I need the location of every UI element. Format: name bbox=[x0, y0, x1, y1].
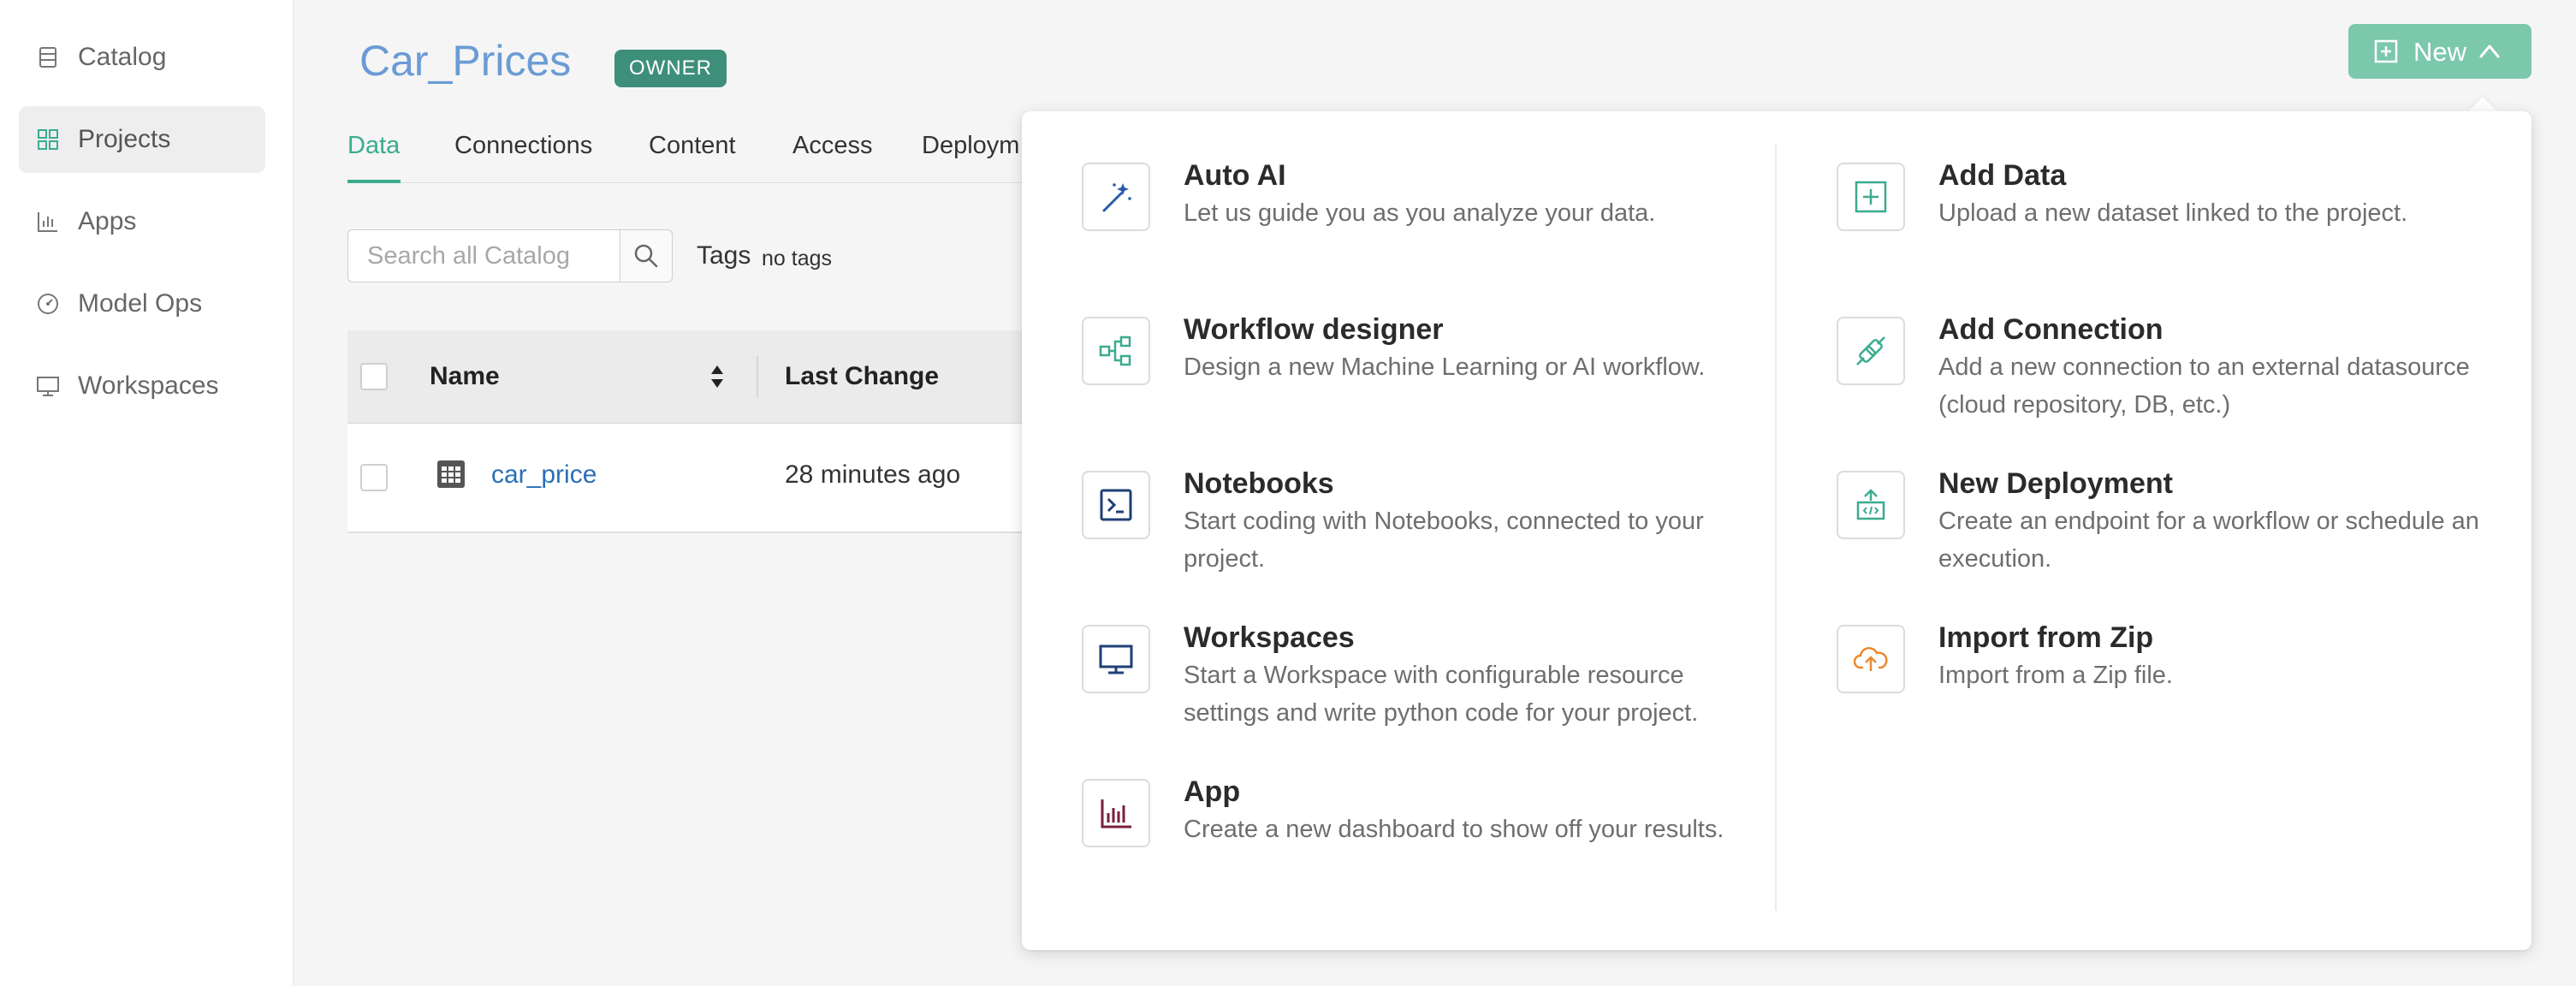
plug-icon bbox=[1837, 317, 1905, 385]
monitor-icon bbox=[1082, 625, 1150, 693]
menu-item-description: Create an endpoint for a workflow or sch… bbox=[1938, 508, 2479, 573]
menu-item-title: New Deployment bbox=[1938, 467, 2173, 500]
search-input[interactable] bbox=[347, 229, 620, 282]
menu-item-description: Upload a new dataset linked to the proje… bbox=[1938, 199, 2408, 227]
menu-item-title: Import from Zip bbox=[1938, 621, 2154, 654]
row-checkbox[interactable] bbox=[360, 464, 388, 491]
deploy-icon bbox=[1837, 471, 1905, 539]
menu-item-description: Start coding with Notebooks, connected t… bbox=[1184, 508, 1704, 573]
menu-item-auto-ai[interactable]: Auto AI Let us guide you as you analyze … bbox=[1022, 111, 1689, 240]
workspaces-icon bbox=[37, 377, 59, 396]
search-icon bbox=[634, 244, 658, 268]
sidebar-item-projects[interactable]: Projects bbox=[19, 106, 265, 173]
menu-item-description: Add a new connection to an external data… bbox=[1938, 353, 2470, 419]
sidebar-item-label: Catalog bbox=[78, 43, 167, 71]
new-dropdown-menu: Auto AI Let us guide you as you analyze … bbox=[1022, 111, 2531, 950]
sort-icon[interactable] bbox=[710, 363, 724, 390]
table-row[interactable]: car_price 28 minutes ago bbox=[347, 424, 1049, 533]
tab-access[interactable]: Access bbox=[792, 127, 872, 164]
sidebar: Catalog Projects Apps Model Ops Workspac… bbox=[0, 0, 294, 986]
tab-content[interactable]: Content bbox=[649, 127, 736, 164]
tags-value: no tags bbox=[762, 246, 833, 270]
bar-chart-icon bbox=[1082, 779, 1150, 847]
menu-item-add-data[interactable]: Add Data Upload a new dataset linked to … bbox=[1837, 111, 2504, 240]
column-header-last-change[interactable]: Last Change bbox=[785, 362, 939, 391]
menu-item-description: Start a Workspace with configurable reso… bbox=[1184, 662, 1699, 727]
tab-deployments[interactable]: Deploym bbox=[922, 127, 1019, 164]
dataset-link[interactable]: car_price bbox=[491, 460, 597, 490]
menu-item-workflow-designer[interactable]: Workflow designer Design a new Machine L… bbox=[1022, 265, 1705, 394]
new-button[interactable]: New bbox=[2348, 24, 2531, 79]
add-square-icon bbox=[2374, 39, 2398, 63]
select-all-checkbox[interactable] bbox=[360, 363, 388, 390]
menu-item-workspaces[interactable]: Workspaces Start a Workspace with config… bbox=[1022, 573, 1698, 727]
menu-item-app[interactable]: App Create a new dashboard to show off y… bbox=[1022, 728, 1724, 856]
sidebar-item-workspaces[interactable]: Workspaces bbox=[19, 353, 265, 419]
sidebar-item-label: Workspaces bbox=[78, 371, 219, 400]
menu-item-title: Add Connection bbox=[1938, 313, 2163, 346]
sidebar-item-apps[interactable]: Apps bbox=[19, 188, 265, 255]
menu-item-description: Let us guide you as you analyze your dat… bbox=[1184, 199, 1656, 227]
menu-item-description: Import from a Zip file. bbox=[1938, 662, 2173, 689]
menu-item-title: Auto AI bbox=[1184, 159, 1286, 192]
dataset-table-icon bbox=[437, 460, 465, 488]
table-header: Name Last Change bbox=[347, 330, 1049, 424]
terminal-icon bbox=[1082, 471, 1150, 539]
tags-label: Tags bbox=[697, 241, 751, 270]
cloud-upload-icon bbox=[1837, 625, 1905, 693]
catalog-icon bbox=[39, 47, 56, 68]
menu-item-add-connection[interactable]: Add Connection Add a new connection to a… bbox=[1837, 265, 2504, 419]
menu-item-title: Add Data bbox=[1938, 159, 2067, 192]
sidebar-item-label: Projects bbox=[78, 125, 171, 153]
tabs-divider bbox=[347, 182, 1049, 183]
column-divider bbox=[757, 356, 758, 397]
menu-item-import-from-zip[interactable]: Import from Zip Import from a Zip file. bbox=[1837, 573, 2504, 702]
sidebar-item-label: Apps bbox=[78, 207, 137, 235]
column-header-name[interactable]: Name bbox=[430, 362, 500, 391]
tab-data[interactable]: Data bbox=[347, 127, 400, 164]
magic-wand-icon bbox=[1082, 163, 1150, 231]
tab-bar: Data Connections Content Access Deploym bbox=[347, 127, 1049, 183]
menu-item-title: Notebooks bbox=[1184, 467, 1334, 500]
sidebar-item-model-ops[interactable]: Model Ops bbox=[19, 270, 265, 337]
menu-item-title: Workflow designer bbox=[1184, 313, 1444, 346]
search-button[interactable] bbox=[620, 229, 673, 282]
menu-item-new-deployment[interactable]: New Deployment Create an endpoint for a … bbox=[1837, 419, 2504, 573]
sidebar-item-label: Model Ops bbox=[78, 289, 203, 318]
sidebar-item-catalog[interactable]: Catalog bbox=[19, 24, 265, 91]
model-ops-icon bbox=[38, 294, 58, 314]
page-title: Car_Prices bbox=[359, 37, 572, 85]
owner-badge: OWNER bbox=[614, 50, 727, 87]
menu-item-description: Create a new dashboard to show off your … bbox=[1184, 816, 1724, 843]
workflow-icon bbox=[1082, 317, 1150, 385]
active-tab-indicator bbox=[347, 180, 401, 183]
last-change-value: 28 minutes ago bbox=[785, 460, 961, 489]
menu-divider bbox=[1775, 144, 1777, 911]
menu-item-notebooks[interactable]: Notebooks Start coding with Notebooks, c… bbox=[1022, 419, 1704, 573]
apps-icon bbox=[38, 212, 57, 232]
tab-connections[interactable]: Connections bbox=[454, 127, 592, 164]
new-button-label: New bbox=[2413, 37, 2467, 67]
projects-icon bbox=[38, 129, 58, 150]
chevron-up-icon bbox=[2479, 45, 2500, 58]
add-data-icon bbox=[1837, 163, 1905, 231]
menu-item-title: App bbox=[1184, 775, 1241, 808]
menu-item-description: Design a new Machine Learning or AI work… bbox=[1184, 353, 1706, 381]
menu-item-title: Workspaces bbox=[1184, 621, 1355, 654]
